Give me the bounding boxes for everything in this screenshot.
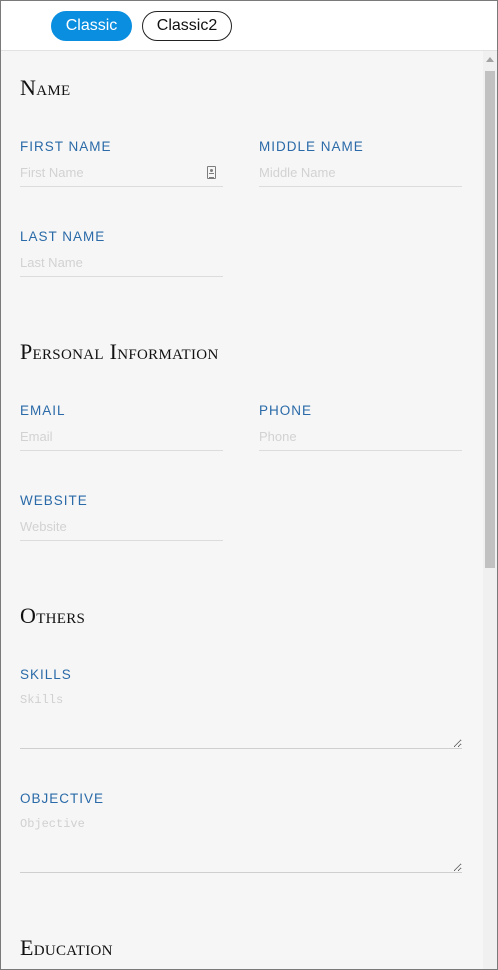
last-name-label: Last Name [20,229,106,244]
middle-name-label: Middle Name [259,139,364,154]
section-title-education: Education [20,935,113,960]
website-input[interactable] [20,512,223,541]
email-label: Email [20,403,66,418]
last-name-input[interactable] [20,248,223,277]
tab-classic[interactable]: Classic [51,11,132,41]
scroll-up-arrow-icon[interactable] [486,57,494,62]
scrollbar-thumb[interactable] [485,71,495,568]
section-title-others: Others [20,603,86,628]
website-label: Website [20,493,88,508]
tab-classic2[interactable]: Classic2 [142,11,232,41]
first-name-input[interactable] [20,158,223,187]
first-name-label: First Name [20,139,112,154]
vertical-scrollbar[interactable] [483,51,497,969]
phone-label: Phone [259,403,313,418]
contact-card-icon[interactable] [207,166,216,179]
section-title-personal-information: Personal Information [20,339,219,364]
resume-form: Name First Name Middle Name Last Name Pe… [1,51,483,969]
template-tabs-bar: Classic Classic2 [1,1,497,51]
section-title-name: Name [20,75,71,100]
middle-name-input[interactable] [259,158,462,187]
objective-label: Objective [20,791,105,806]
skills-label: Skills [20,667,72,682]
app-window: Classic Classic2 Name First Name Middle … [0,0,498,970]
email-input[interactable] [20,422,223,451]
objective-textarea[interactable] [20,817,462,873]
skills-textarea[interactable] [20,693,462,749]
phone-input[interactable] [259,422,462,451]
